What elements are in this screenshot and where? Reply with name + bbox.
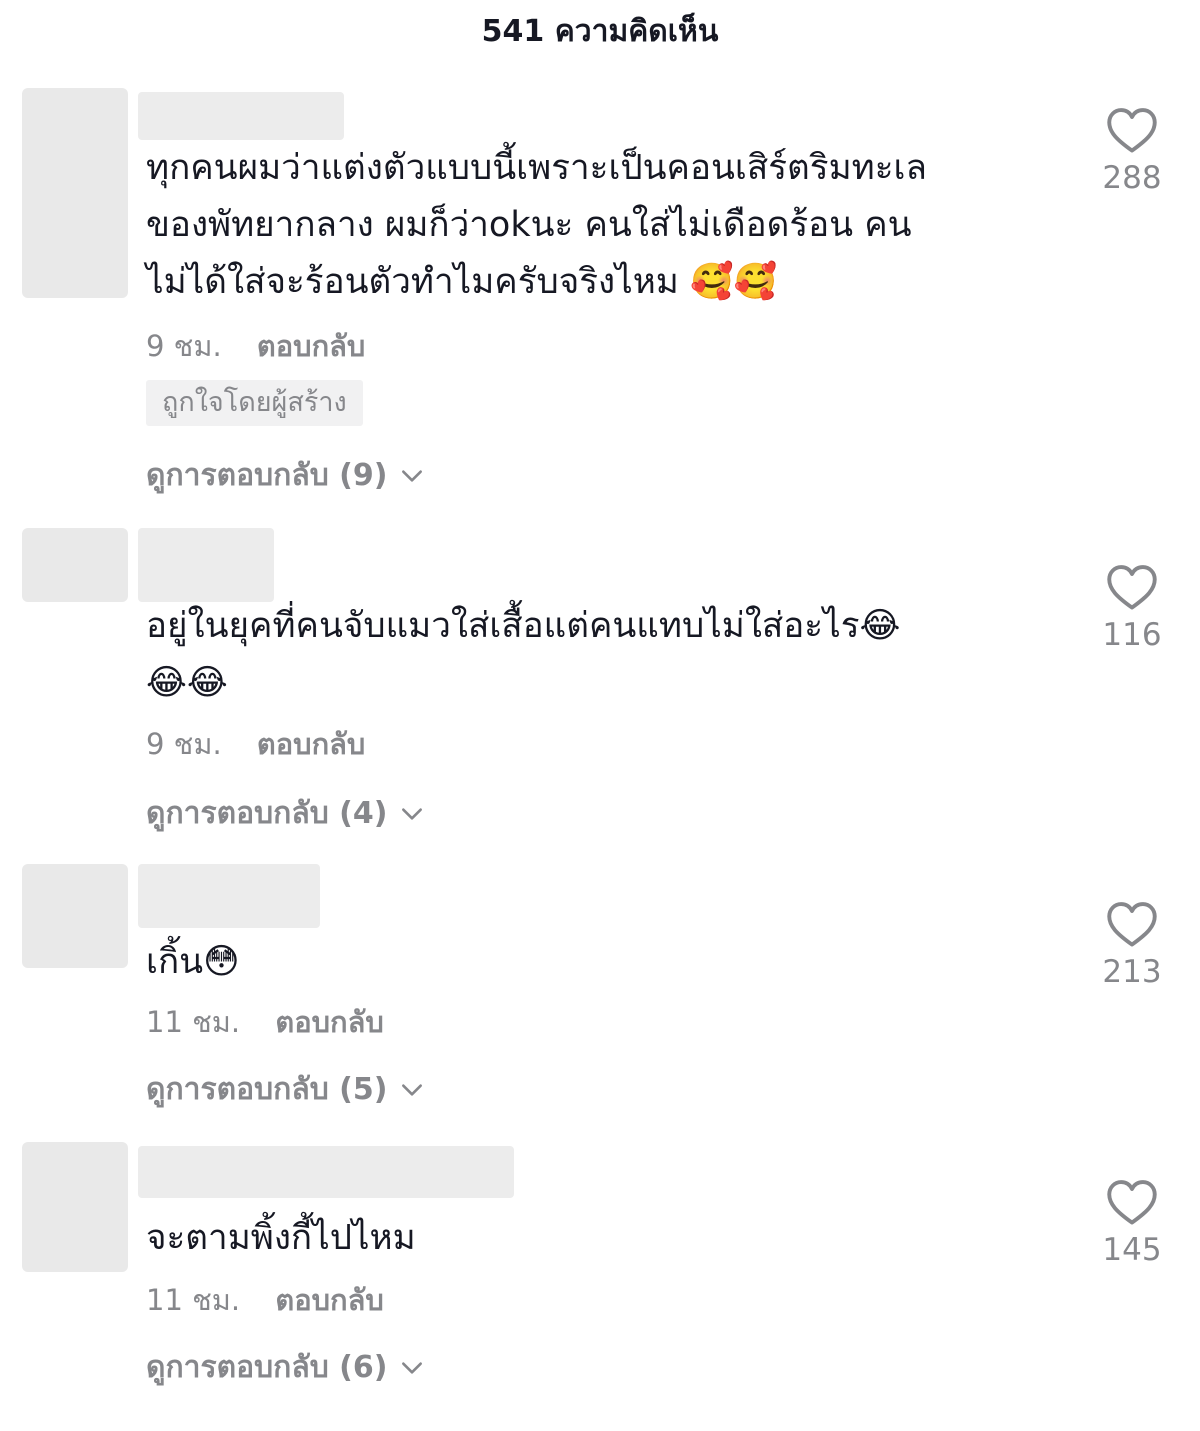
like-button[interactable]: 145	[1092, 1178, 1172, 1270]
reply-button[interactable]: ตอบกลับ	[257, 329, 365, 363]
chevron-down-icon	[402, 1084, 423, 1096]
avatar[interactable]	[22, 864, 128, 968]
like-button[interactable]: 213	[1092, 900, 1172, 992]
like-button[interactable]: 288	[1092, 106, 1172, 198]
comment-text: เกิ้น😳	[146, 942, 240, 982]
heart-outline-icon	[1107, 565, 1157, 610]
view-replies-label: ดูการตอบกลับ (6)	[146, 1350, 388, 1385]
username-redacted[interactable]	[138, 528, 274, 602]
like-count: 288	[1102, 160, 1162, 196]
comment-time: 9 ชม.	[146, 727, 222, 761]
view-replies-label: ดูการตอบกลับ (9)	[146, 458, 388, 493]
view-replies-button[interactable]: ดูการตอบกลับ (9)	[146, 456, 425, 496]
comment-time: 9 ชม.	[146, 329, 222, 363]
username-redacted[interactable]	[138, 1146, 514, 1198]
comment-text: จะตามพิ้งกี้ไปไหม	[146, 1218, 416, 1258]
comment-text: ทุกคนผมว่าแต่งตัวแบบนี้เพราะเป็นคอนเสิร์…	[146, 148, 927, 302]
view-replies-label: ดูการตอบกลับ (5)	[146, 1072, 388, 1107]
chevron-down-icon	[402, 1362, 423, 1374]
heart-outline-icon	[1107, 902, 1157, 947]
comment-meta: 9 ชม. ตอบกลับ	[146, 326, 365, 366]
like-count: 116	[1102, 617, 1162, 653]
avatar[interactable]	[22, 1142, 128, 1272]
comment-time: 11 ชม.	[146, 1005, 241, 1039]
heart-outline-icon	[1107, 1180, 1157, 1225]
username-redacted[interactable]	[138, 92, 344, 140]
avatar[interactable]	[22, 88, 128, 298]
view-replies-button[interactable]: ดูการตอบกลับ (6)	[146, 1348, 425, 1388]
comment-text: อยู่ในยุคที่คนจับแมวใส่เสื้อแต่คนแทบไม่ใ…	[146, 606, 901, 703]
like-count: 145	[1102, 1232, 1162, 1268]
view-replies-button[interactable]: ดูการตอบกลับ (4)	[146, 794, 425, 834]
username-redacted[interactable]	[138, 864, 320, 928]
comments-count-title: 541 ความคิดเห็น	[481, 14, 719, 49]
view-replies-button[interactable]: ดูการตอบกลับ (5)	[146, 1070, 425, 1110]
like-button[interactable]: 116	[1092, 563, 1172, 655]
reply-button[interactable]: ตอบกลับ	[275, 1283, 383, 1317]
view-replies-label: ดูการตอบกลับ (4)	[146, 796, 388, 831]
comment-meta: 9 ชม. ตอบกลับ	[146, 724, 365, 764]
like-count: 213	[1102, 954, 1162, 990]
comment-time: 11 ชม.	[146, 1283, 241, 1317]
reply-button[interactable]: ตอบกลับ	[257, 727, 365, 761]
avatar[interactable]	[22, 528, 128, 602]
reply-button[interactable]: ตอบกลับ	[275, 1005, 383, 1039]
comment-meta: 11 ชม. ตอบกลับ	[146, 1280, 384, 1320]
chevron-down-icon	[402, 808, 423, 820]
chevron-down-icon	[402, 470, 423, 482]
liked-by-creator-badge: ถูกใจโดยผู้สร้าง	[146, 380, 363, 426]
heart-outline-icon	[1107, 108, 1157, 153]
comment-meta: 11 ชม. ตอบกลับ	[146, 1002, 384, 1042]
